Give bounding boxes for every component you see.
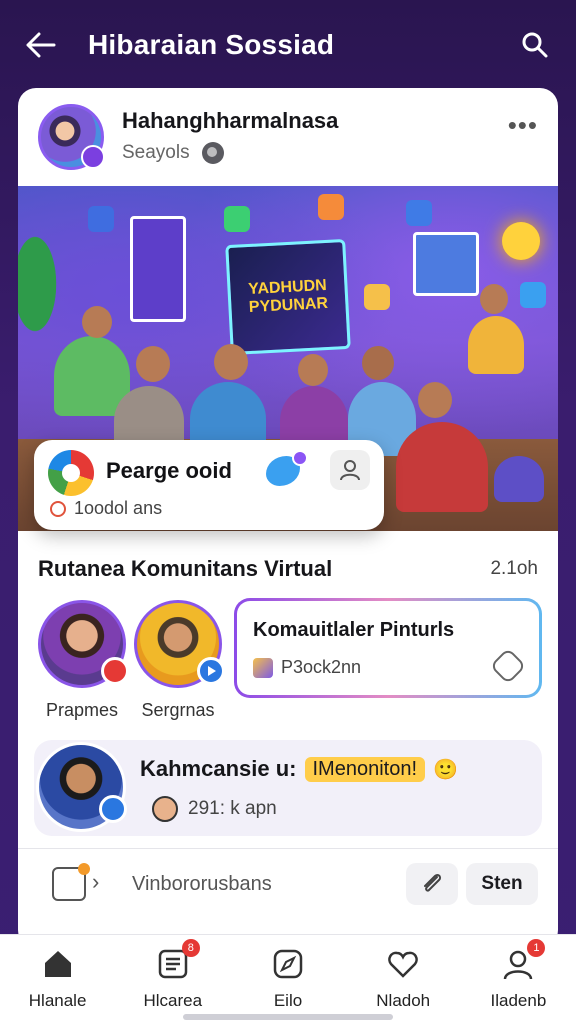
top-app-bar: Hibaraian Sossiad bbox=[0, 0, 576, 90]
chip-subtitle-row: P3ock2nn bbox=[253, 657, 361, 678]
person-head bbox=[298, 354, 328, 386]
person-head bbox=[362, 346, 394, 380]
story-avatar[interactable] bbox=[38, 600, 129, 688]
comment-meta-row: 291: k apn bbox=[152, 796, 277, 822]
tab-label: Hlcarea bbox=[143, 991, 203, 1010]
sun-icon bbox=[502, 222, 540, 260]
author-avatar[interactable] bbox=[38, 104, 105, 170]
wall-frame-left bbox=[130, 216, 186, 322]
play-icon bbox=[197, 657, 225, 685]
chip-title: Komauitlaler Pinturls bbox=[253, 619, 455, 641]
person-head bbox=[82, 306, 112, 338]
commenter-avatar[interactable] bbox=[36, 742, 127, 832]
edit-image-icon[interactable] bbox=[52, 863, 90, 901]
more-horizontal-icon[interactable]: ••• bbox=[508, 110, 538, 141]
person-head bbox=[480, 284, 508, 314]
reaction-face-icon bbox=[152, 796, 178, 822]
tab-home[interactable]: Hlanale bbox=[0, 935, 115, 1024]
person-figure bbox=[396, 422, 488, 512]
story-label: Prapmes bbox=[45, 700, 119, 720]
tab-explore[interactable]: Eilo bbox=[230, 935, 345, 1024]
tab-favorites[interactable]: Nladoh bbox=[346, 935, 461, 1024]
author-name[interactable]: Hahanghharmalnasa bbox=[122, 108, 338, 134]
compass-icon bbox=[269, 945, 307, 983]
chevron-right-icon[interactable]: › bbox=[92, 869, 99, 895]
notification-badge: 8 bbox=[181, 939, 200, 957]
mention-tag[interactable]: IMenoniton! bbox=[304, 756, 426, 782]
comment-author: Kahmcansie u: bbox=[140, 756, 297, 781]
tab-list[interactable]: 8 Hlcarea bbox=[115, 935, 230, 1024]
heart-icon bbox=[384, 945, 422, 983]
person-head bbox=[418, 382, 452, 418]
globe-icon bbox=[201, 142, 224, 164]
play-icon bbox=[99, 795, 127, 823]
post-header: Hahanghharmalnasa Seayols ••• bbox=[18, 88, 558, 186]
tab-label: Iladenb bbox=[490, 991, 547, 1010]
arrow-left-icon[interactable] bbox=[24, 28, 58, 62]
person-figure bbox=[468, 316, 524, 374]
post-card: Hahanghharmalnasa Seayols ••• YADHUDN PY… bbox=[18, 88, 558, 948]
heart-bubble-icon bbox=[224, 206, 250, 232]
emoji-icon: 🙂 bbox=[433, 758, 458, 781]
composer-bar: › Vinbororusbans Sten bbox=[18, 848, 558, 918]
share-card-subtitle-row: 1oodol ans bbox=[50, 498, 162, 519]
app-square-icon bbox=[253, 657, 273, 678]
community-chip[interactable]: Komauitlaler Pinturls P3ock2nn bbox=[234, 598, 542, 698]
plus-bubble-icon bbox=[520, 282, 546, 308]
share-card-title: Pearge ooid bbox=[106, 458, 232, 483]
tab-label: Nladoh bbox=[376, 991, 431, 1010]
wall-frame-right bbox=[413, 232, 479, 296]
plant-decoration bbox=[18, 224, 62, 344]
person-figure bbox=[494, 456, 544, 502]
comment-title-row: Kahmcansie u: IMenoniton! 🙂 bbox=[140, 756, 458, 782]
avatar-badge-icon bbox=[81, 145, 105, 169]
community-section-title: Rutanea Komunitans Virtual bbox=[38, 556, 333, 581]
post-meta-text: Seayols bbox=[122, 142, 190, 163]
story-item[interactable]: Sergrnas bbox=[132, 600, 225, 721]
note-bubble-icon bbox=[318, 194, 344, 220]
story-badge-icon bbox=[101, 657, 129, 685]
comment-row[interactable]: Kahmcansie u: IMenoniton! 🙂 291: k apn bbox=[34, 740, 542, 836]
list-icon: 8 bbox=[154, 939, 200, 983]
smile-bubble-icon bbox=[364, 284, 390, 310]
user-icon[interactable] bbox=[330, 450, 370, 490]
chip-subtitle: P3ock2nn bbox=[281, 657, 362, 677]
post-meta: Seayols bbox=[122, 142, 224, 164]
comment-meta: 291: k apn bbox=[188, 798, 277, 819]
story-label: Sergrnas bbox=[141, 700, 215, 720]
share-card-subtitle: 1oodol ans bbox=[74, 498, 163, 518]
story-item[interactable]: Prapmes bbox=[36, 600, 129, 721]
person-head bbox=[136, 346, 170, 382]
bird-icon[interactable] bbox=[266, 450, 308, 486]
composer-input[interactable]: Vinbororusbans bbox=[132, 873, 272, 896]
tab-label: Eilo bbox=[273, 991, 303, 1010]
send-button[interactable]: Sten bbox=[466, 863, 538, 905]
hero-banner-text: YADHUDN PYDUNAR bbox=[247, 277, 329, 317]
j-bubble-icon bbox=[406, 200, 432, 226]
attach-icon[interactable] bbox=[406, 863, 458, 905]
search-icon[interactable] bbox=[518, 28, 552, 62]
person-icon: 1 bbox=[499, 939, 546, 983]
story-avatar[interactable] bbox=[134, 600, 225, 688]
bottom-tab-bar: Hlanale 8 Hlcarea Eilo Nladoh 1 Iladenb bbox=[0, 934, 576, 1024]
home-indicator bbox=[183, 1014, 393, 1020]
home-icon bbox=[39, 945, 77, 983]
person-head bbox=[214, 344, 248, 380]
hero-banner: YADHUDN PYDUNAR bbox=[225, 238, 351, 356]
floating-share-card[interactable]: Pearge ooid 1oodol ans bbox=[34, 440, 384, 530]
google-icon bbox=[48, 450, 94, 496]
page-title: Hibaraian Sossiad bbox=[88, 29, 335, 60]
notification-badge: 1 bbox=[527, 939, 546, 957]
tab-profile[interactable]: 1 Iladenb bbox=[461, 935, 576, 1024]
circle-icon bbox=[50, 500, 66, 517]
v-bubble-icon bbox=[88, 206, 114, 232]
badge-outline-icon[interactable] bbox=[489, 647, 527, 685]
tab-label: Hlanale bbox=[28, 991, 87, 1010]
community-section-time: 2.1oh bbox=[490, 558, 538, 579]
